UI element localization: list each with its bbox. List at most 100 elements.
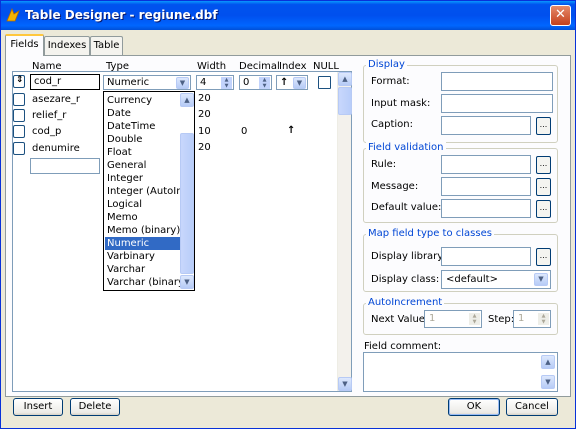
spin-down-icon[interactable]: ▼ (221, 83, 232, 89)
spin-down-icon[interactable]: ▼ (259, 83, 270, 89)
message-input[interactable] (441, 177, 531, 196)
dropdown-scroll-thumb[interactable] (180, 133, 194, 274)
field-width-cell[interactable]: 20 (198, 109, 211, 120)
dropdown-scrollbar[interactable]: ▲ ▼ (180, 92, 194, 290)
field-type-select[interactable]: Numeric ▼ (103, 75, 191, 90)
type-option[interactable]: Float (105, 146, 181, 159)
type-option[interactable]: DateTime (105, 120, 181, 133)
next-value-label: Next Value: (371, 314, 429, 325)
display-library-browse-button[interactable]: ... (536, 248, 551, 266)
type-option[interactable]: Memo (binary) (105, 224, 181, 237)
scroll-down-icon[interactable]: ▼ (180, 275, 194, 289)
close-button[interactable]: ✕ (550, 5, 571, 26)
field-width-cell[interactable]: 20 (198, 93, 211, 104)
message-label: Message: (371, 181, 419, 192)
scroll-thumb[interactable] (338, 87, 352, 115)
move-arrows-icon: ⇕ (16, 75, 24, 85)
tab-table-label: Table (93, 40, 120, 51)
type-option[interactable]: Memo (105, 211, 181, 224)
new-field-name-input[interactable] (30, 158, 100, 174)
input-mask-input[interactable] (441, 94, 553, 113)
step-spinner[interactable]: 1 ▲ ▼ (513, 310, 551, 328)
null-checkbox[interactable] (318, 76, 331, 89)
index-ascending-icon: ↑ (280, 77, 289, 88)
caption-input[interactable] (441, 116, 531, 135)
field-comment-textarea[interactable]: ▲ ▼ (363, 352, 558, 392)
field-name-cell[interactable]: relief_r (32, 110, 66, 121)
cancel-button[interactable]: Cancel (506, 398, 558, 416)
type-option-selected[interactable]: Numeric (105, 237, 181, 250)
delete-button[interactable]: Delete (70, 398, 120, 416)
type-option[interactable]: Date (105, 107, 181, 120)
scroll-down-icon[interactable]: ▼ (541, 375, 555, 389)
scroll-down-icon[interactable]: ▼ (338, 377, 352, 391)
chevron-down-icon[interactable]: ▼ (534, 273, 548, 286)
type-option[interactable]: Double (105, 133, 181, 146)
app-icon (6, 7, 20, 22)
rule-input[interactable] (441, 155, 531, 174)
type-option[interactable]: Currency (105, 94, 181, 107)
chevron-down-icon[interactable]: ▼ (293, 77, 306, 89)
format-input[interactable] (441, 72, 553, 91)
scroll-up-icon[interactable]: ▲ (180, 93, 194, 107)
spin-down-icon[interactable]: ▼ (469, 319, 480, 325)
type-option[interactable]: Varbinary (105, 250, 181, 263)
display-class-label: Display class: (371, 274, 440, 285)
row-mover[interactable] (13, 93, 25, 106)
type-dropdown-list[interactable]: Currency Date DateTime Double Float Gene… (103, 91, 195, 291)
ok-button[interactable]: OK (448, 398, 500, 416)
display-library-input[interactable] (441, 247, 531, 266)
tab-indexes-label: Indexes (47, 40, 87, 51)
table-designer-window: Table Designer - regiune.dbf ✕ Fields In… (0, 0, 576, 429)
type-option[interactable]: Integer (AutoInc) (105, 185, 192, 198)
title-bar[interactable]: Table Designer - regiune.dbf ✕ (1, 1, 575, 30)
row-mover[interactable] (13, 142, 25, 155)
field-type-value: Numeric (107, 77, 150, 88)
index-ascending-icon[interactable]: ↑ (287, 125, 295, 136)
row-mover-current[interactable]: ⇕ (13, 75, 25, 88)
field-name-cell[interactable]: denumire (32, 143, 80, 154)
default-value-label: Default value: (371, 202, 442, 213)
display-group-title: Display (366, 59, 407, 70)
field-width-cell[interactable]: 10 (198, 126, 211, 137)
scroll-up-icon[interactable]: ▲ (338, 72, 352, 86)
field-name-cell[interactable]: cod_p (32, 126, 61, 137)
scroll-up-icon[interactable]: ▲ (541, 355, 555, 369)
field-name-input[interactable]: cod_r (30, 74, 100, 90)
chevron-down-icon[interactable]: ▼ (176, 77, 189, 89)
field-name-cell[interactable]: asezare_r (32, 94, 80, 105)
rule-label: Rule: (371, 159, 397, 170)
type-option[interactable]: General (105, 159, 181, 172)
message-builder-button[interactable]: ... (536, 178, 551, 196)
field-decimal-cell[interactable]: 0 (241, 126, 247, 137)
type-option[interactable]: Integer (105, 172, 181, 185)
row-mover[interactable] (13, 109, 25, 122)
rule-builder-button[interactable]: ... (536, 156, 551, 174)
insert-button[interactable]: Insert (13, 398, 63, 416)
type-option[interactable]: Varchar (105, 263, 181, 276)
autoincrement-title: AutoIncrement (366, 297, 445, 308)
field-decimal-spinner[interactable]: 0 ▲ ▼ (239, 75, 272, 90)
display-class-select[interactable]: <default> ▼ (441, 270, 551, 289)
type-option[interactable]: Varchar (binary) (105, 276, 188, 289)
tab-indexes[interactable]: Indexes (44, 36, 90, 55)
next-value-spinner[interactable]: 1 ▲ ▼ (424, 310, 482, 328)
tab-table[interactable]: Table (90, 36, 123, 55)
field-index-select[interactable]: ↑ ▼ (276, 75, 308, 90)
field-decimal-value: 0 (243, 77, 250, 88)
caption-builder-button[interactable]: ... (536, 117, 551, 135)
default-value-input[interactable] (441, 199, 531, 218)
field-width-spinner[interactable]: 4 ▲ ▼ (196, 75, 234, 90)
spin-down-icon[interactable]: ▼ (538, 319, 549, 325)
grid-scrollbar[interactable]: ▲ ▼ (337, 72, 352, 391)
next-value-value: 1 (429, 313, 436, 324)
default-value-builder-button[interactable]: ... (536, 200, 551, 218)
display-library-label: Display library: (371, 251, 446, 262)
tab-fields[interactable]: Fields (5, 34, 44, 56)
display-class-value: <default> (446, 274, 498, 285)
field-width-cell[interactable]: 20 (198, 142, 211, 153)
type-option[interactable]: Logical (105, 198, 181, 211)
tab-fields-label: Fields (10, 39, 39, 50)
row-mover[interactable] (13, 125, 25, 138)
step-label: Step: (488, 314, 515, 325)
